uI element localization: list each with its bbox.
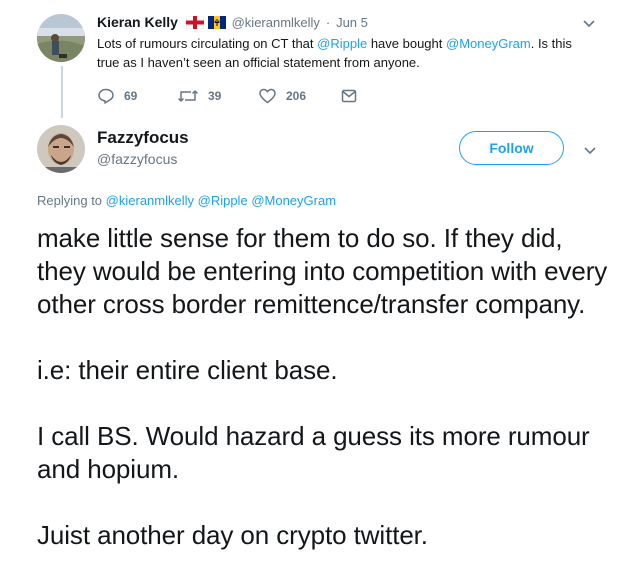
england-flag-icon [185,15,205,30]
retweet-icon [177,90,199,102]
reply-count: 69 [124,89,138,103]
replying-to-label: Replying to [37,193,103,208]
mention-link[interactable]: @Ripple [317,36,367,51]
parent-date[interactable]: Jun 5 [336,15,368,30]
text-segment: have bought [367,36,446,51]
parent-tweet-text: Lots of rumours circulating on CT that @… [97,34,587,72]
direct-message-icon [341,89,357,103]
tweet-paragraph: make little sense for them to do so. If … [37,223,608,319]
tweet-paragraph: I call BS. Would hazard a guess its more… [37,421,590,484]
parent-avatar[interactable] [37,14,85,62]
retweet-action[interactable]: 39 [177,87,258,105]
mention-link[interactable]: @MoneyGram [446,36,531,51]
mention-link[interactable]: @kieranmlkelly [106,193,194,208]
direct-message-action[interactable] [340,87,358,105]
like-icon [259,88,276,104]
parent-tweet[interactable]: Kieran Kelly @kieranmlkelly · Jun 5 Lots… [0,0,638,118]
parent-action-bar: 69 39 206 [97,86,358,106]
parent-chevron-down-icon[interactable] [582,16,596,34]
mention-link[interactable]: @Ripple [198,193,248,208]
like-count: 206 [286,89,307,103]
meta-separator: · [325,15,331,30]
follow-button[interactable]: Follow [459,131,564,165]
barbados-flag-icon [207,16,226,29]
mention-link[interactable]: @MoneyGram [251,193,336,208]
text-segment: Lots of rumours circulating on CT that [97,36,318,51]
author-flags [185,15,226,33]
reply-action[interactable]: 69 [97,87,177,105]
retweet-count: 39 [208,89,222,103]
tweet-paragraph: i.e: their entire client base. [37,355,338,385]
reply-icon [98,88,114,104]
reply-author-handle[interactable]: @fazzyfocus [97,150,177,168]
replying-to-line: Replying to @kieranmlkelly @Ripple @Mone… [37,192,336,210]
parent-handle[interactable]: @kieranmlkelly [232,15,320,30]
reply-chevron-down-icon[interactable] [583,143,597,161]
parent-header: Kieran Kelly @kieranmlkelly · Jun 5 [97,13,368,33]
like-action[interactable]: 206 [258,87,340,105]
reply-tweet-text: make little sense for them to do so. If … [37,222,617,583]
reply-author-avatar[interactable] [37,125,85,173]
thread-line [61,66,63,118]
parent-author-name[interactable]: Kieran Kelly [97,14,178,30]
tweet-paragraph: Juist another day on crypto twitter. [37,520,428,550]
reply-author-name[interactable]: Fazzyfocus [97,127,189,149]
